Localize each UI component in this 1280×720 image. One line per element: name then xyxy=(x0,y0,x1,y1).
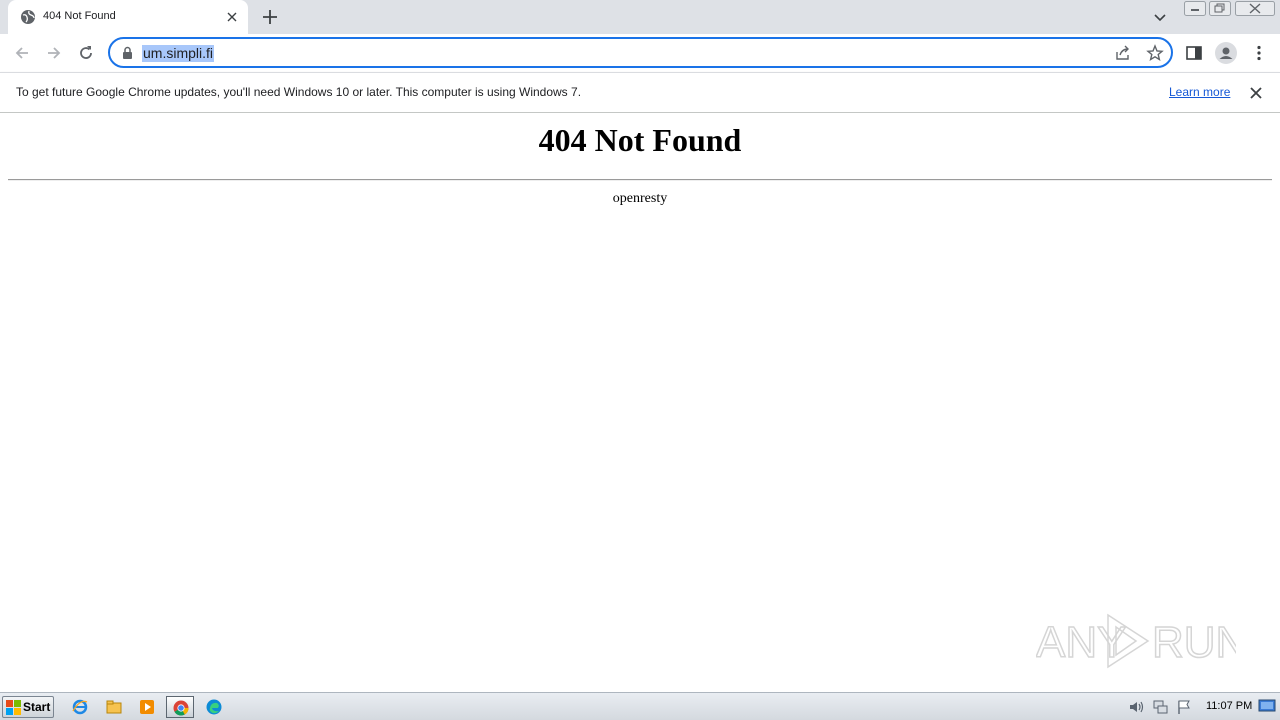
page-content: 404 Not Found openresty ANY RUN xyxy=(0,113,1280,692)
close-icon[interactable] xyxy=(1249,86,1263,100)
horizontal-rule xyxy=(8,179,1272,181)
edge-icon xyxy=(206,699,222,715)
svg-text:RUN: RUN xyxy=(1152,618,1236,667)
taskbar-app-chrome[interactable] xyxy=(166,696,194,718)
network-icon[interactable] xyxy=(1152,699,1168,715)
close-icon[interactable] xyxy=(224,9,240,25)
windows-taskbar: Start 11:07 PM xyxy=(0,692,1280,720)
taskbar-app-internet-explorer[interactable] xyxy=(66,696,94,718)
tab-strip: 404 Not Found xyxy=(0,0,1280,34)
taskbar-app-edge[interactable] xyxy=(200,696,228,718)
internet-explorer-icon xyxy=(72,699,88,715)
media-player-icon xyxy=(140,700,154,714)
action-center-flag-icon[interactable] xyxy=(1176,699,1192,715)
taskbar-app-media-player[interactable] xyxy=(133,696,161,718)
show-desktop-icon[interactable] xyxy=(1258,698,1276,714)
system-tray xyxy=(1122,696,1202,718)
lock-icon[interactable] xyxy=(121,46,134,59)
tab-title: 404 Not Found xyxy=(43,10,116,22)
screen: 404 Not Found um.simpli.fi To get future… xyxy=(0,0,1280,720)
windows-logo-icon xyxy=(6,700,21,715)
file-explorer-icon xyxy=(106,700,122,714)
side-panel-icon[interactable] xyxy=(1185,44,1203,62)
address-bar[interactable]: um.simpli.fi xyxy=(108,37,1173,68)
volume-icon[interactable] xyxy=(1128,699,1144,715)
taskbar-app-file-explorer[interactable] xyxy=(100,696,128,718)
browser-toolbar: um.simpli.fi xyxy=(0,34,1280,72)
menu-kebab-icon[interactable] xyxy=(1250,44,1268,62)
svg-text:ANY: ANY xyxy=(1036,618,1126,667)
profile-avatar-icon[interactable] xyxy=(1215,42,1237,64)
update-infobar: To get future Google Chrome updates, you… xyxy=(0,72,1280,113)
close-window-button[interactable] xyxy=(1235,1,1275,16)
browser-tab[interactable]: 404 Not Found xyxy=(8,0,248,34)
taskbar-clock[interactable]: 11:07 PM xyxy=(1206,700,1252,712)
infobar-message: To get future Google Chrome updates, you… xyxy=(16,85,582,99)
chrome-icon xyxy=(173,700,189,716)
minimize-window-button[interactable] xyxy=(1184,1,1206,16)
chevron-down-icon[interactable] xyxy=(1152,9,1168,25)
page-title: 404 Not Found xyxy=(538,122,742,158)
globe-icon xyxy=(21,10,35,24)
server-signature: openresty xyxy=(612,191,668,206)
start-button[interactable]: Start xyxy=(2,696,54,718)
url-text[interactable]: um.simpli.fi xyxy=(142,45,215,62)
restore-window-button[interactable] xyxy=(1209,1,1231,16)
bookmark-star-icon[interactable] xyxy=(1146,44,1164,62)
new-tab-button[interactable] xyxy=(259,6,281,28)
learn-more-link[interactable]: Learn more xyxy=(1169,85,1230,99)
reload-icon[interactable] xyxy=(77,44,95,62)
back-arrow-icon[interactable] xyxy=(13,44,31,62)
anyrun-watermark-logo: ANY RUN xyxy=(1036,613,1236,669)
forward-arrow-icon[interactable] xyxy=(45,44,63,62)
start-label: Start xyxy=(23,700,51,714)
share-icon[interactable] xyxy=(1115,45,1131,61)
